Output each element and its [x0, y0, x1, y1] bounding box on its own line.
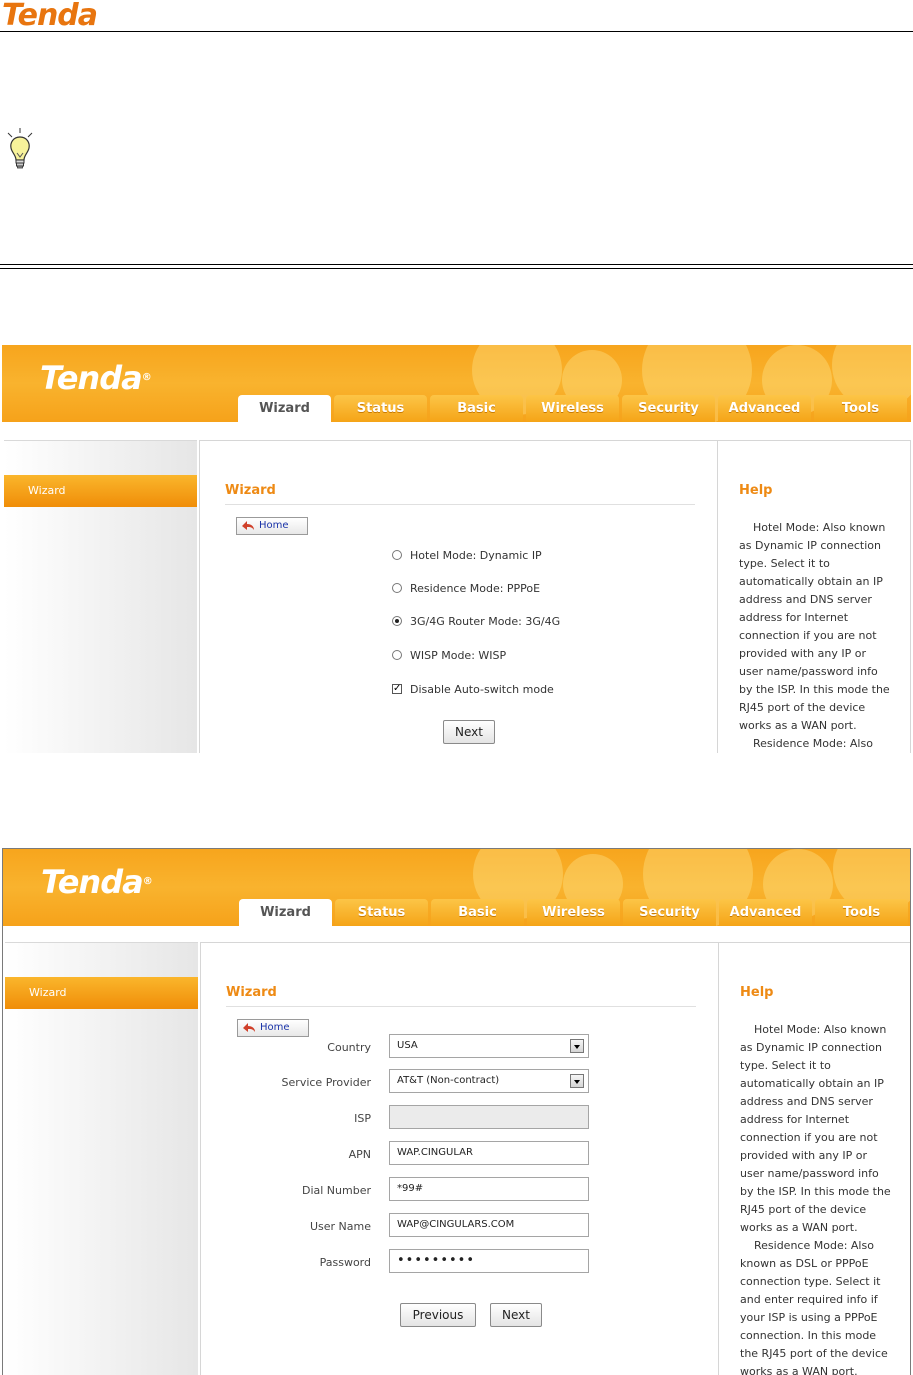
- option-hotel-mode[interactable]: Hotel Mode: Dynamic IP: [392, 547, 542, 563]
- tab-status[interactable]: Status: [334, 395, 427, 422]
- apn-label: APN: [348, 1148, 371, 1161]
- return-arrow-icon: [242, 521, 254, 530]
- section-divider: [225, 504, 695, 505]
- home-button[interactable]: Home: [236, 517, 308, 535]
- isp-field: [389, 1105, 589, 1129]
- tenda-logo: Tenda®: [41, 863, 153, 901]
- tab-tools[interactable]: Tools: [814, 395, 907, 422]
- main-nav-tabs: Wizard Status Basic Wireless Security Ad…: [238, 395, 907, 422]
- header-banner: Tenda® Wizard Status Basic Wireless Secu…: [3, 849, 910, 926]
- sidebar: Wizard: [4, 440, 197, 753]
- main-nav-tabs: Wizard Status Basic Wireless Security Ad…: [239, 899, 908, 926]
- tab-tools[interactable]: Tools: [815, 899, 908, 926]
- radio-residence-mode[interactable]: [392, 583, 402, 593]
- router-ui-wizard-3g4g: Tenda® Wizard Status Basic Wireless Secu…: [2, 848, 911, 1375]
- option-3g4g-router-mode[interactable]: 3G/4G Router Mode: 3G/4G: [392, 613, 560, 629]
- user-name-label: User Name: [309, 1220, 371, 1233]
- next-button[interactable]: Next: [490, 1303, 542, 1327]
- checkbox-disable-auto-switch[interactable]: ✓: [392, 684, 402, 694]
- option-residence-mode[interactable]: Residence Mode: PPPoE: [392, 580, 540, 596]
- doc-section-rule: [0, 264, 913, 269]
- country-label: Country: [327, 1041, 371, 1054]
- tab-advanced[interactable]: Advanced: [718, 395, 811, 422]
- wizard-panel: Wizard Home Country USA Service Provider…: [200, 942, 719, 1375]
- user-name-field[interactable]: WAP@CINGULARS.COM: [389, 1213, 589, 1237]
- header-banner: Tenda® Wizard Status Basic Wireless Secu…: [2, 345, 911, 422]
- chevron-down-icon[interactable]: [570, 1074, 584, 1088]
- tab-basic[interactable]: Basic: [431, 899, 524, 926]
- help-text: Hotel Mode: Also known as Dynamic IP con…: [739, 521, 890, 750]
- dial-number-field[interactable]: *99#: [389, 1177, 589, 1201]
- document-page: Tenda Tenda® Wizard Status Basic Wireles…: [0, 0, 913, 1375]
- tab-wireless[interactable]: Wireless: [527, 899, 620, 926]
- sidebar-item-wizard[interactable]: Wizard: [5, 977, 198, 1009]
- service-provider-select[interactable]: AT&T (Non-contract): [389, 1069, 589, 1093]
- tab-basic[interactable]: Basic: [430, 395, 523, 422]
- service-provider-label: Service Provider: [281, 1076, 371, 1089]
- password-field[interactable]: •••••••••: [389, 1249, 589, 1273]
- country-select[interactable]: USA: [389, 1034, 589, 1058]
- option-disable-auto-switch[interactable]: ✓ Disable Auto-switch mode: [392, 681, 554, 697]
- lightbulb-icon: [7, 128, 33, 169]
- option-wisp-mode[interactable]: WISP Mode: WISP: [392, 647, 506, 663]
- chevron-down-icon[interactable]: [570, 1039, 584, 1053]
- help-title: Help: [739, 483, 773, 498]
- section-title: Wizard: [226, 985, 277, 1000]
- tab-security[interactable]: Security: [622, 395, 715, 422]
- help-panel: Help Hotel Mode: Also known as Dynamic I…: [718, 440, 911, 753]
- tab-advanced[interactable]: Advanced: [719, 899, 812, 926]
- dial-number-label: Dial Number: [301, 1184, 371, 1197]
- tab-status[interactable]: Status: [335, 899, 428, 926]
- password-label: Password: [319, 1256, 371, 1269]
- help-text: Hotel Mode: Also known as Dynamic IP con…: [740, 1023, 891, 1375]
- isp-label: ISP: [354, 1112, 371, 1125]
- help-title: Help: [740, 985, 774, 1000]
- sidebar-item-wizard[interactable]: Wizard: [4, 475, 197, 507]
- previous-button[interactable]: Previous: [400, 1303, 476, 1327]
- home-button[interactable]: Home: [237, 1019, 309, 1037]
- return-arrow-icon: [243, 1023, 255, 1032]
- tab-wireless[interactable]: Wireless: [526, 395, 619, 422]
- sidebar: Wizard: [5, 942, 198, 1375]
- help-panel: Help Hotel Mode: Also known as Dynamic I…: [719, 942, 910, 1375]
- radio-3g4g-router-mode[interactable]: [392, 616, 402, 626]
- doc-logo: Tenda: [2, 0, 98, 33]
- tab-security[interactable]: Security: [623, 899, 716, 926]
- radio-wisp-mode[interactable]: [392, 650, 402, 660]
- tab-wizard[interactable]: Wizard: [238, 395, 331, 422]
- section-title: Wizard: [225, 483, 276, 498]
- doc-header-rule: [0, 31, 913, 32]
- next-button[interactable]: Next: [443, 720, 495, 744]
- wizard-panel: Wizard Home Hotel Mode: Dynamic IP Resid…: [199, 440, 718, 753]
- router-ui-wizard-mode: Tenda® Wizard Status Basic Wireless Secu…: [2, 345, 911, 753]
- radio-hotel-mode[interactable]: [392, 550, 402, 560]
- section-divider: [226, 1006, 696, 1007]
- apn-field[interactable]: WAP.CINGULAR: [389, 1141, 589, 1165]
- tab-wizard[interactable]: Wizard: [239, 899, 332, 926]
- tenda-logo: Tenda®: [40, 359, 152, 397]
